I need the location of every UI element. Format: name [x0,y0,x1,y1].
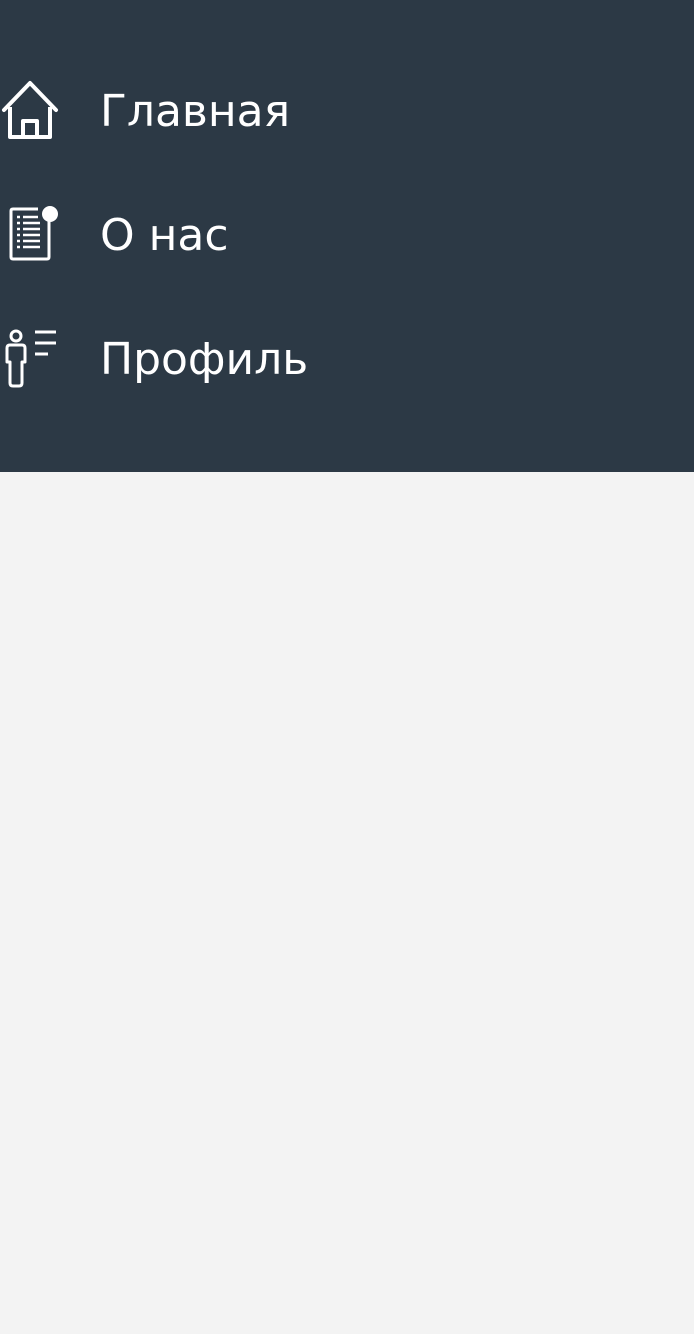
menu-item-about[interactable]: О нас [0,204,694,294]
document-notification-icon [0,204,64,268]
menu-item-label: О нас [100,210,229,261]
navigation-menu: Главная О нас Профиль [0,0,694,472]
content-area [0,472,694,1334]
home-icon [0,80,64,144]
menu-item-home[interactable]: Главная [0,80,694,170]
menu-item-label: Главная [100,86,291,137]
menu-item-label: Профиль [100,334,309,385]
user-list-icon [0,328,64,392]
menu-item-profile[interactable]: Профиль [0,328,694,418]
